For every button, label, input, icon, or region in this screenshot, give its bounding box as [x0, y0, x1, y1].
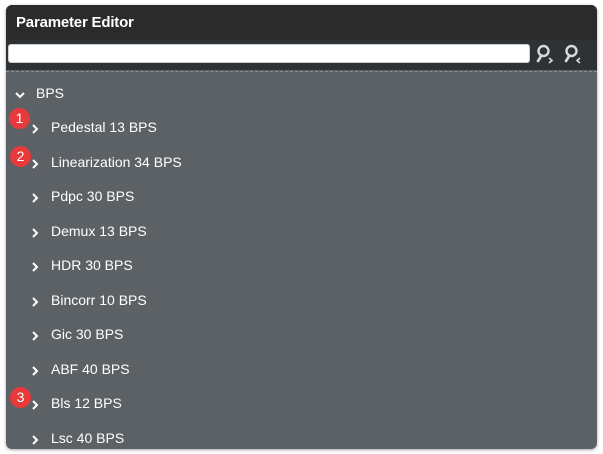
tree-node-bincorr[interactable]: Bincorr 10 BPS: [6, 286, 597, 316]
tree-node-label: Linearization 34 BPS: [51, 154, 182, 170]
search-row: [6, 40, 597, 70]
chevron-right-icon[interactable]: [30, 398, 40, 410]
chevron-right-icon[interactable]: [30, 191, 40, 203]
annotation-badge: 2: [10, 146, 31, 167]
chevron-right-icon[interactable]: [30, 329, 40, 341]
tree-node-pdpc[interactable]: Pdpc 30 BPS: [6, 182, 597, 212]
tree-node-lsc[interactable]: Lsc 40 BPS: [6, 424, 597, 449]
chevron-right-icon[interactable]: [30, 157, 40, 169]
chevron-right-icon[interactable]: [30, 122, 40, 134]
parameter-editor-panel: Parameter Editor BPS Pedestal 13 BPS Lin…: [6, 5, 597, 449]
tree-node-label: BPS: [36, 85, 65, 101]
tree-node-demux[interactable]: Demux 13 BPS: [6, 217, 597, 247]
chevron-right-icon[interactable]: [30, 433, 40, 445]
tree-node-label: HDR 30 BPS: [51, 257, 133, 273]
search-previous-icon[interactable]: [563, 43, 585, 65]
panel-title: Parameter Editor: [16, 14, 134, 31]
tree-node-label: ABF 40 BPS: [51, 361, 130, 377]
parameter-tree: BPS Pedestal 13 BPS Linearization 34 BPS…: [6, 71, 597, 449]
search-input[interactable]: [8, 44, 530, 63]
tree-node-bls[interactable]: Bls 12 BPS: [6, 389, 597, 419]
tree-node-hdr[interactable]: HDR 30 BPS: [6, 251, 597, 281]
chevron-right-icon[interactable]: [30, 295, 40, 307]
chevron-down-icon[interactable]: [15, 88, 25, 100]
annotation-badge: 1: [9, 108, 30, 129]
tree-node-label: Bls 12 BPS: [51, 395, 122, 411]
tree-node-label: Pedestal 13 BPS: [51, 119, 157, 135]
chevron-right-icon[interactable]: [30, 226, 40, 238]
tree-node-label: Pdpc 30 BPS: [51, 188, 135, 204]
search-next-icon[interactable]: [535, 43, 557, 65]
title-bar: Parameter Editor: [6, 5, 597, 40]
chevron-right-icon[interactable]: [30, 260, 40, 272]
tree-node-pedestal[interactable]: Pedestal 13 BPS: [6, 113, 597, 143]
tree-node-linearization[interactable]: Linearization 34 BPS: [6, 148, 597, 178]
tree-node-gic[interactable]: Gic 30 BPS: [6, 320, 597, 350]
annotation-badge: 3: [10, 387, 31, 408]
tree-node-abf[interactable]: ABF 40 BPS: [6, 355, 597, 385]
tree-node-label: Lsc 40 BPS: [51, 430, 125, 446]
tree-node-label: Demux 13 BPS: [51, 223, 147, 239]
chevron-right-icon[interactable]: [30, 364, 40, 376]
tree-node-label: Bincorr 10 BPS: [51, 292, 147, 308]
tree-node-label: Gic 30 BPS: [51, 326, 124, 342]
tree-node-bps[interactable]: BPS: [6, 79, 597, 109]
